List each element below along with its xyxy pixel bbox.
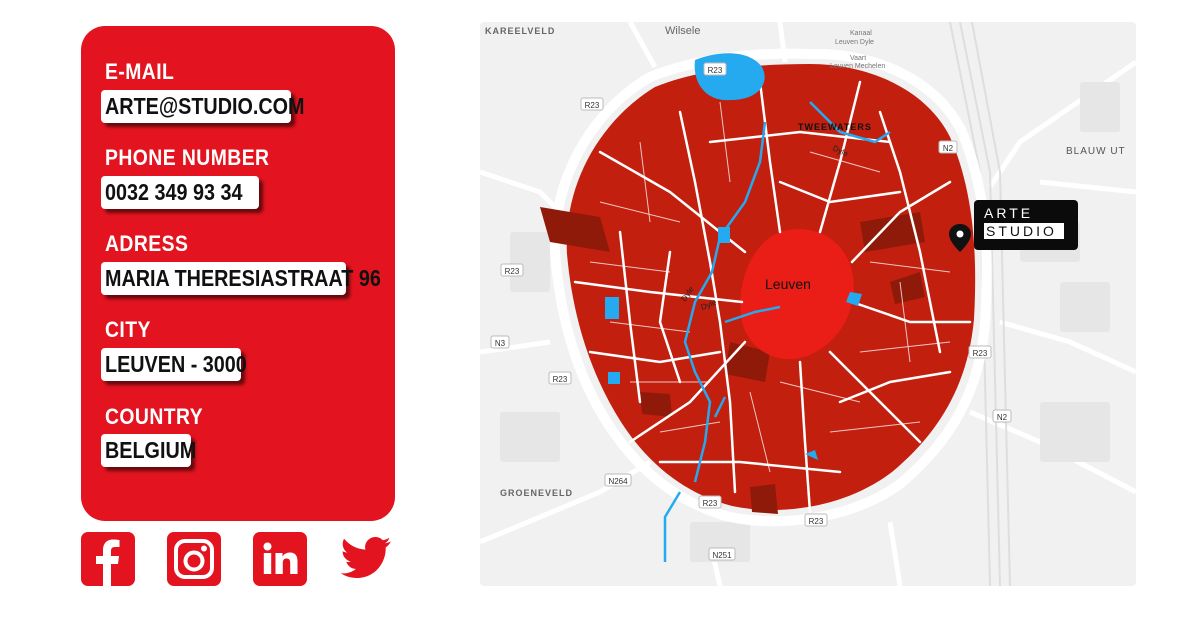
road-label: N2 bbox=[943, 144, 954, 153]
district-label-tweewaters: TWEEWATERS bbox=[798, 122, 872, 132]
road-label: R23 bbox=[553, 375, 568, 384]
marker-line-2: STUDIO bbox=[984, 223, 1064, 239]
road-label: R23 bbox=[809, 517, 824, 526]
country-value[interactable]: BELGIUM bbox=[101, 434, 196, 467]
road-label: R23 bbox=[973, 349, 988, 358]
svg-text:Vaart: Vaart bbox=[850, 55, 866, 62]
studio-marker-label[interactable]: ARTE STUDIO bbox=[974, 200, 1078, 250]
road-label: R23 bbox=[703, 499, 718, 508]
linkedin-icon[interactable] bbox=[253, 532, 307, 586]
city-label: Leuven bbox=[765, 276, 811, 292]
district-label-blauw: BLAUW UT bbox=[1066, 146, 1126, 157]
road-label: N251 bbox=[712, 551, 732, 560]
road-label: R23 bbox=[708, 66, 723, 75]
facebook-icon[interactable] bbox=[81, 532, 135, 586]
phone-label: PHONE NUMBER bbox=[105, 145, 270, 170]
twitter-icon[interactable] bbox=[339, 532, 393, 586]
phone-value[interactable]: 0032 349 93 34 bbox=[101, 176, 259, 209]
country-label: COUNTRY bbox=[105, 404, 204, 429]
contact-card: E-MAIL ARTE@STUDIO.COM PHONE NUMBER 0032… bbox=[81, 26, 395, 521]
city-value[interactable]: LEUVEN - 3000 bbox=[101, 348, 247, 381]
marker-line-1: ARTE bbox=[984, 205, 1034, 221]
email-value[interactable]: ARTE@STUDIO.COM bbox=[101, 90, 305, 123]
address-label: ADRESS bbox=[105, 231, 189, 256]
city-label: CITY bbox=[105, 317, 151, 342]
location-map[interactable]: R23 R23 R23 R23 R23 R23 R23 N2 N2 N3 N26… bbox=[480, 22, 1136, 586]
district-label-groeneveld: GROENEVELD bbox=[500, 488, 573, 498]
road-label: R23 bbox=[585, 101, 600, 110]
address-value[interactable]: MARIA THERESIASTRAAT 96 bbox=[101, 262, 381, 295]
email-label: E-MAIL bbox=[105, 59, 175, 84]
district-label-wilsele: Wilsele bbox=[665, 25, 700, 37]
svg-text:Leuven Mechelen: Leuven Mechelen bbox=[830, 63, 885, 70]
road-label: N3 bbox=[495, 339, 506, 348]
road-label: N264 bbox=[608, 477, 628, 486]
svg-text:Kanaal: Kanaal bbox=[850, 30, 872, 37]
instagram-icon[interactable] bbox=[167, 532, 221, 586]
road-label: N2 bbox=[997, 413, 1008, 422]
district-label-kareelveld: KAREELVELD bbox=[485, 26, 555, 36]
road-label: R23 bbox=[505, 267, 520, 276]
svg-text:Leuven Dyle: Leuven Dyle bbox=[835, 39, 874, 46]
